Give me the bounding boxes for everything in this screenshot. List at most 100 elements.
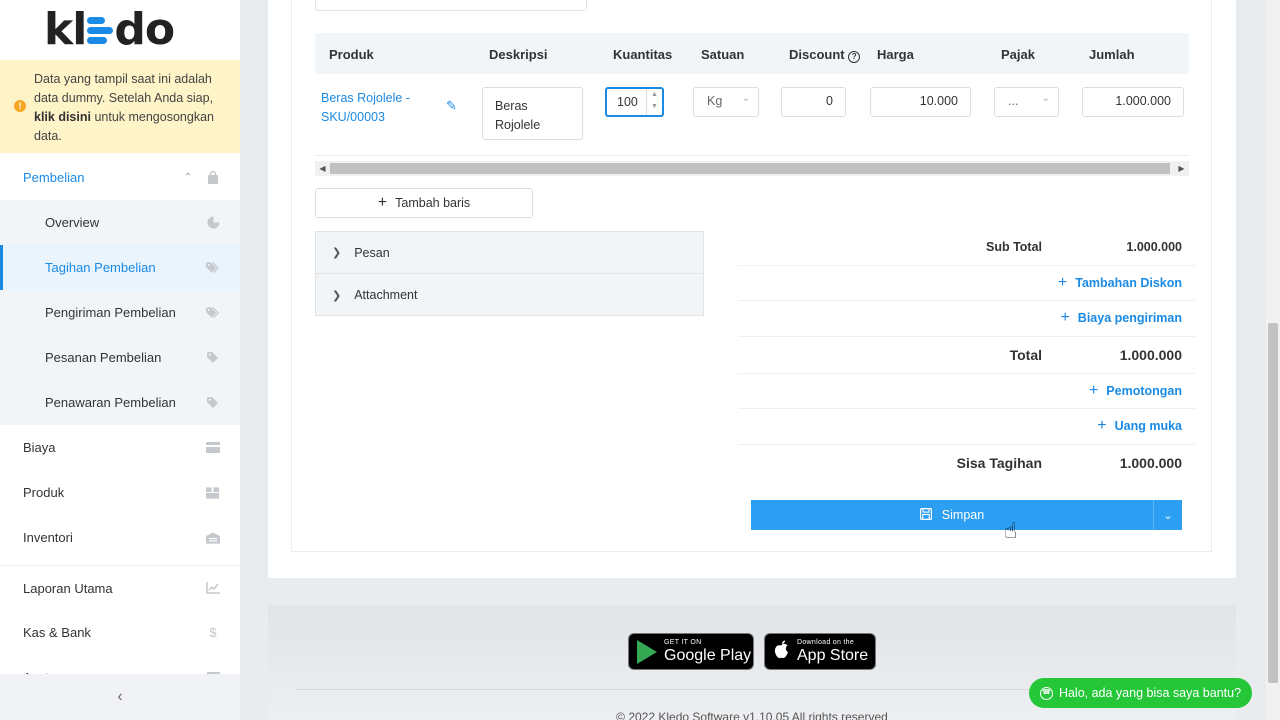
sidebar-item-pesanan-pembelian[interactable]: Pesanan Pembelian (0, 335, 240, 380)
google-play-icon (637, 639, 657, 664)
gplay-small-text: GET IT ON (664, 639, 702, 646)
sidebar-menu: Pembelian ⌃ Overview Tagihan Pembelian P… (0, 155, 240, 700)
description-field[interactable]: Beras Rojolele (482, 87, 583, 140)
add-down-payment-link[interactable]: + Uang muka (1097, 417, 1182, 435)
product-link[interactable]: Beras Rojolele - SKU/00003 (321, 89, 417, 127)
quantity-stepper[interactable]: 100 ▲ ▼ (605, 87, 664, 117)
sidebar: kl do ! Data yang tampil saat ini adalah … (0, 0, 240, 720)
down-payment-row: + Uang muka (738, 409, 1195, 445)
chat-label: Halo, ada yang bisa saya bantu? (1058, 686, 1242, 700)
panel-pesan[interactable]: ❯ Pesan (316, 232, 703, 274)
hand-cursor-icon: ☝ (1004, 518, 1018, 543)
horizontal-scrollbar[interactable]: ◀ ▶ (315, 161, 1189, 176)
notice-text: Data yang tampil saat ini adalah data du… (34, 72, 214, 143)
panel-label: Pesan (354, 245, 390, 260)
sidebar-item-produk[interactable]: Produk (0, 470, 240, 515)
help-circle-icon[interactable]: ? (848, 51, 861, 63)
add-extra-discount-link[interactable]: + Tambahan Diskon (1058, 274, 1182, 292)
sidebar-item-label: Penawaran Pembelian (45, 395, 176, 410)
sidebar-item-pembelian[interactable]: Pembelian ⌃ (0, 155, 240, 200)
copyright-text: © 2022 Kledo Software v1.10.05 All right… (616, 710, 888, 720)
summary-panel: Sub Total 1.000.000 + Tambahan Diskon + Bi… (738, 230, 1195, 482)
column-jumlah: Jumlah (1089, 47, 1135, 62)
unit-select[interactable]: Kg ⌄ (693, 87, 759, 117)
credit-card-icon (206, 441, 220, 455)
chevron-left-icon: ‹ (117, 688, 123, 705)
sidebar-item-label: Kas & Bank (23, 625, 91, 640)
sidebar-item-biaya[interactable]: Biaya (0, 425, 240, 470)
add-deduction-link[interactable]: + Pemotongan (1089, 382, 1182, 400)
column-kuantitas: Kuantitas (613, 47, 673, 62)
chevron-down-icon: ⌄ (741, 93, 750, 104)
kledo-logo[interactable]: kl do (0, 0, 240, 60)
scroll-left-icon[interactable]: ◀ (315, 161, 330, 176)
whatsapp-icon: ☎ (1039, 686, 1053, 700)
sidebar-item-label: Overview (45, 215, 100, 230)
pie-chart-icon (206, 216, 220, 230)
shipping-row: + Biaya pengiriman (738, 301, 1195, 337)
sidebar-item-laporan-utama[interactable]: Laporan Utama (0, 565, 240, 610)
tag-icon (206, 351, 220, 365)
sidebar-collapse-button[interactable]: ‹ (0, 674, 240, 720)
google-play-badge[interactable]: GET IT ON Google Play (628, 633, 754, 670)
app-store-badge[interactable]: Download on the App Store (764, 633, 876, 670)
spinner-arrows-icon[interactable]: ▲ ▼ (646, 89, 662, 115)
save-button[interactable]: Simpan (751, 500, 1153, 530)
plus-icon: + (1057, 273, 1068, 291)
product-table-header: Produk Deskripsi Kuantitas Satuan Discou… (315, 33, 1189, 74)
tags-icon (206, 306, 220, 320)
save-options-dropdown[interactable]: ⌄ (1153, 500, 1182, 530)
deduction-row: + Pemotongan (738, 374, 1195, 409)
column-deskripsi: Deskripsi (489, 47, 548, 62)
table-row: Beras Rojolele - SKU/00003 ✎ Beras Rojol… (315, 74, 1189, 156)
remaining-row: Sisa Tagihan 1.000.000 (956, 455, 1182, 471)
tags-icon (206, 261, 220, 275)
warning-icon: ! (14, 100, 26, 112)
clear-data-link[interactable]: klik disini (34, 110, 91, 124)
column-satuan: Satuan (701, 47, 745, 62)
save-button-group: Simpan ⌄ (751, 500, 1182, 530)
whatsapp-chat-button[interactable]: ☎ Halo, ada yang bisa saya bantu? (1029, 678, 1252, 708)
column-harga: Harga (877, 47, 914, 62)
sidebar-item-penawaran-pembelian[interactable]: Penawaran Pembelian (0, 380, 240, 425)
add-row-button[interactable]: + Tambah baris (315, 188, 533, 218)
sidebar-item-label: Pembelian (23, 170, 85, 185)
chevron-right-icon: ❯ (332, 247, 342, 259)
sidebar-item-tagihan-pembelian[interactable]: Tagihan Pembelian (0, 245, 240, 290)
plus-icon: + (377, 194, 388, 211)
appstore-large-text: App Store (797, 647, 869, 664)
dollar-icon: $ (209, 625, 217, 640)
previous-field[interactable] (315, 0, 587, 11)
sidebar-item-kas-bank[interactable]: Kas & Bank $ (0, 610, 240, 655)
add-shipping-link[interactable]: + Biaya pengiriman (1060, 309, 1182, 327)
extra-panels: ❯ Pesan ❯ Attachment (315, 231, 704, 316)
panel-attachment[interactable]: ❯ Attachment (316, 274, 703, 316)
price-input[interactable]: 10.000 (870, 87, 971, 117)
tag-icon (206, 396, 220, 410)
sidebar-item-label: Biaya (23, 440, 56, 455)
appstore-small-text: Download on the (797, 639, 855, 646)
column-pajak: Pajak (1001, 47, 1035, 62)
warehouse-icon (206, 531, 220, 545)
plus-icon: + (1060, 309, 1070, 327)
scrollbar-thumb[interactable] (1268, 323, 1278, 683)
quantity-value: 100 (617, 95, 638, 109)
scroll-right-icon[interactable]: ▶ (1174, 161, 1189, 176)
sidebar-item-inventori[interactable]: Inventori (0, 515, 240, 560)
logo-text-right: do (114, 4, 175, 55)
vertical-scrollbar[interactable] (1266, 0, 1280, 720)
sidebar-item-pengiriman-pembelian[interactable]: Pengiriman Pembelian (0, 290, 240, 335)
sidebar-item-overview[interactable]: Overview (0, 200, 240, 245)
sidebar-item-label: Pesanan Pembelian (45, 350, 162, 365)
amount-input[interactable]: 1.000.000 (1082, 87, 1184, 117)
boxes-icon (206, 486, 220, 500)
scrollbar-thumb[interactable] (330, 163, 1170, 174)
sidebar-item-label: Laporan Utama (23, 580, 113, 596)
sidebar-item-label: Tagihan Pembelian (45, 260, 156, 275)
dummy-data-notice: ! Data yang tampil saat ini adalah data … (0, 60, 240, 153)
shopping-bag-icon (206, 171, 220, 185)
tax-select[interactable]: ... ⌄ (994, 87, 1059, 117)
pencil-icon[interactable]: ✎ (446, 98, 457, 114)
chevron-down-icon: ⌄ (1163, 509, 1173, 522)
discount-input[interactable]: 0 (781, 87, 846, 117)
